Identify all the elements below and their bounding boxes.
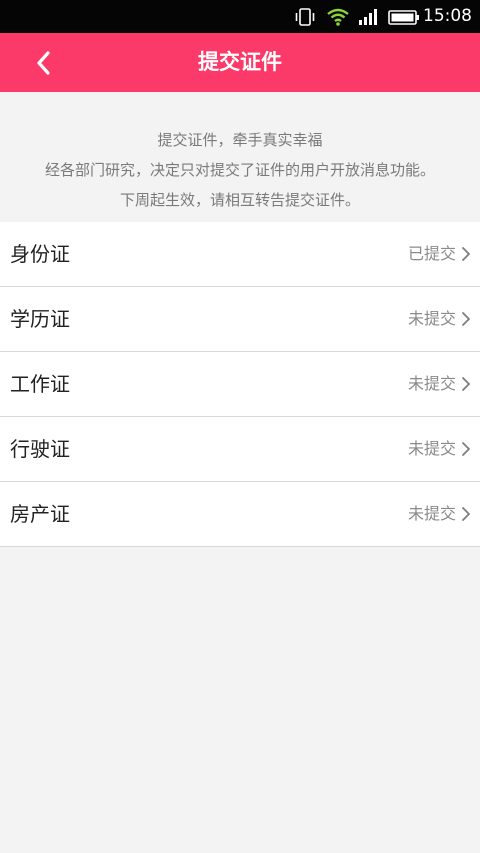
notice-line: 提交证件，牵手真实幸福 — [157, 131, 323, 149]
document-row-vehicle-license[interactable]: 行驶证 未提交 — [0, 417, 480, 482]
battery-icon — [387, 0, 421, 33]
document-row-work-card[interactable]: 工作证 未提交 — [0, 352, 480, 417]
document-status: 未提交 — [407, 374, 456, 393]
chevron-right-icon — [460, 482, 472, 546]
notice-line: 下周起生效，请相互转告提交证件。 — [119, 191, 360, 209]
document-label: 工作证 — [10, 372, 70, 396]
document-list: 身份证 已提交 学历证 未提交 工作证 未提交 行驶证 未提交 房产证 未提交 — [0, 222, 480, 547]
page-title: 提交证件 — [198, 50, 282, 74]
notice-line: 经各部门研究，决定只对提交了证件的用户开放消息功能。 — [44, 161, 435, 179]
document-label: 身份证 — [10, 242, 70, 266]
chevron-right-icon — [460, 417, 472, 481]
title-bar: 提交证件 — [0, 33, 480, 92]
document-row-property-deed[interactable]: 房产证 未提交 — [0, 482, 480, 547]
document-label: 房产证 — [10, 502, 70, 526]
document-status: 未提交 — [407, 309, 456, 328]
wifi-icon — [326, 0, 350, 33]
status-time: 15:08 — [423, 6, 472, 26]
document-label: 学历证 — [10, 307, 70, 331]
document-row-diploma[interactable]: 学历证 未提交 — [0, 287, 480, 352]
document-row-id-card[interactable]: 身份证 已提交 — [0, 222, 480, 287]
document-label: 行驶证 — [10, 437, 70, 461]
chevron-right-icon — [460, 352, 472, 416]
vibrate-icon — [294, 0, 316, 33]
chevron-right-icon — [460, 287, 472, 351]
document-status: 未提交 — [407, 504, 456, 523]
chevron-right-icon — [460, 222, 472, 286]
document-status: 未提交 — [407, 439, 456, 458]
signal-icon — [356, 0, 380, 33]
status-bar: 15:08 — [0, 0, 480, 33]
notice: 提交证件，牵手真实幸福 经各部门研究，决定只对提交了证件的用户开放消息功能。 下… — [0, 92, 480, 222]
document-status: 已提交 — [407, 244, 456, 263]
